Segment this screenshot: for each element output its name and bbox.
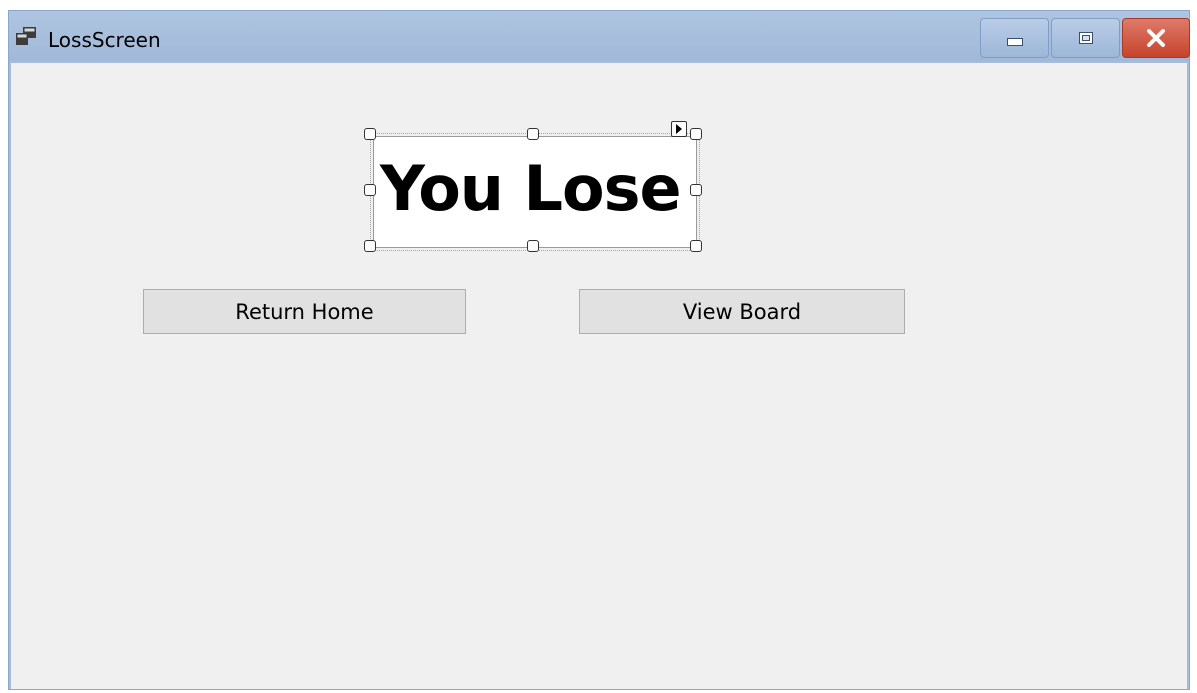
resize-handle-top-right[interactable]: [690, 128, 702, 140]
resize-handle-top-middle[interactable]: [527, 128, 539, 140]
minimize-icon: [1006, 38, 1023, 46]
view-board-button[interactable]: View Board: [579, 289, 905, 334]
form-client-area: You Lose Return Home View Board: [11, 63, 1187, 689]
maximize-button[interactable]: [1051, 18, 1120, 58]
loss-screen-window: LossScreen You Lose Return Home View Boa…: [8, 10, 1190, 690]
close-icon: [1147, 29, 1165, 47]
title-bar[interactable]: LossScreen: [9, 11, 1190, 61]
windows-form-icon: [16, 27, 36, 45]
close-button[interactable]: [1122, 18, 1190, 58]
resize-handle-top-left[interactable]: [364, 128, 376, 140]
you-lose-label[interactable]: You Lose: [370, 133, 700, 251]
minimize-button[interactable]: [980, 18, 1049, 58]
maximize-icon: [1078, 32, 1093, 44]
resize-handle-middle-right[interactable]: [690, 184, 702, 196]
resize-handle-bottom-middle[interactable]: [527, 240, 539, 252]
window-title: LossScreen: [48, 28, 161, 52]
resize-handle-bottom-right[interactable]: [690, 240, 702, 252]
resize-handle-middle-left[interactable]: [364, 184, 376, 196]
you-lose-text: You Lose: [380, 152, 682, 225]
resize-handle-bottom-left[interactable]: [364, 240, 376, 252]
smart-tag-button[interactable]: [671, 121, 687, 137]
return-home-button[interactable]: Return Home: [143, 289, 466, 334]
smart-tag-arrow-icon: [676, 124, 682, 134]
